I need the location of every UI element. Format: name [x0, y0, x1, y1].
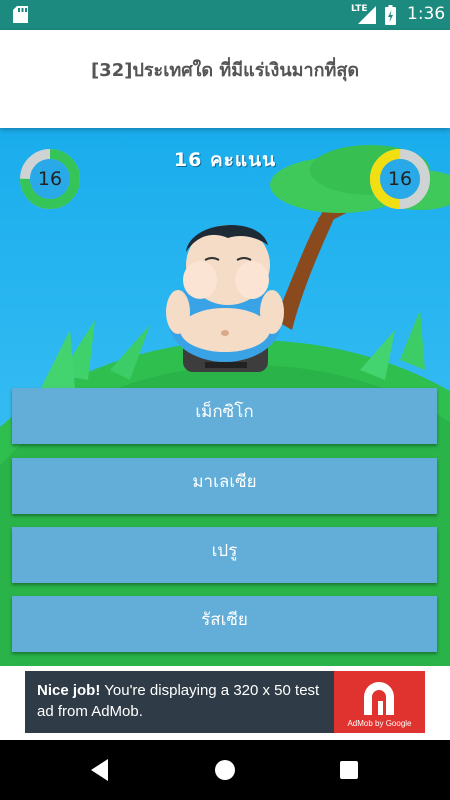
recents-icon[interactable]: [334, 755, 364, 785]
right-timer-value: 16: [387, 168, 413, 190]
question-card: [32]ประเทศใด ที่มีแร่เงินมากที่สุด: [0, 30, 450, 128]
character: [166, 225, 284, 372]
answer-label: รัสเซีย: [201, 609, 248, 630]
answer-button-3[interactable]: เปรู: [12, 527, 437, 583]
navigation-bar: [0, 740, 450, 800]
right-timer-ring: 16: [368, 147, 432, 211]
answer-label: มาเลเซีย: [192, 471, 257, 492]
answer-button-2[interactable]: มาเลเซีย: [12, 458, 437, 514]
signal-icon: [358, 6, 376, 24]
answer-button-1[interactable]: เม็กซิโก: [12, 388, 437, 444]
question-text: [32]ประเทศใด ที่มีแร่เงินมากที่สุด: [90, 59, 360, 81]
home-icon[interactable]: [210, 755, 240, 785]
battery-charging-icon: [385, 5, 396, 25]
admob-logo: AdMob by Google: [334, 671, 425, 733]
clock: 1:36: [407, 4, 446, 24]
answer-label: เม็กซิโก: [195, 401, 254, 422]
ad-headline: Nice job!: [37, 682, 101, 699]
left-timer-value: 16: [37, 168, 63, 190]
status-bar: LTE 1:36: [0, 0, 450, 30]
back-icon[interactable]: [86, 755, 116, 785]
left-timer-ring: 16: [18, 147, 82, 211]
answer-label: เปรู: [211, 540, 238, 561]
answer-button-4[interactable]: รัสเซีย: [12, 596, 437, 652]
ad-text: Nice job! You're displaying a 320 x 50 t…: [37, 680, 337, 722]
sd-card-icon: [13, 6, 28, 23]
admob-caption: AdMob by Google: [347, 719, 412, 728]
ad-banner[interactable]: Nice job! You're displaying a 320 x 50 t…: [25, 671, 425, 733]
